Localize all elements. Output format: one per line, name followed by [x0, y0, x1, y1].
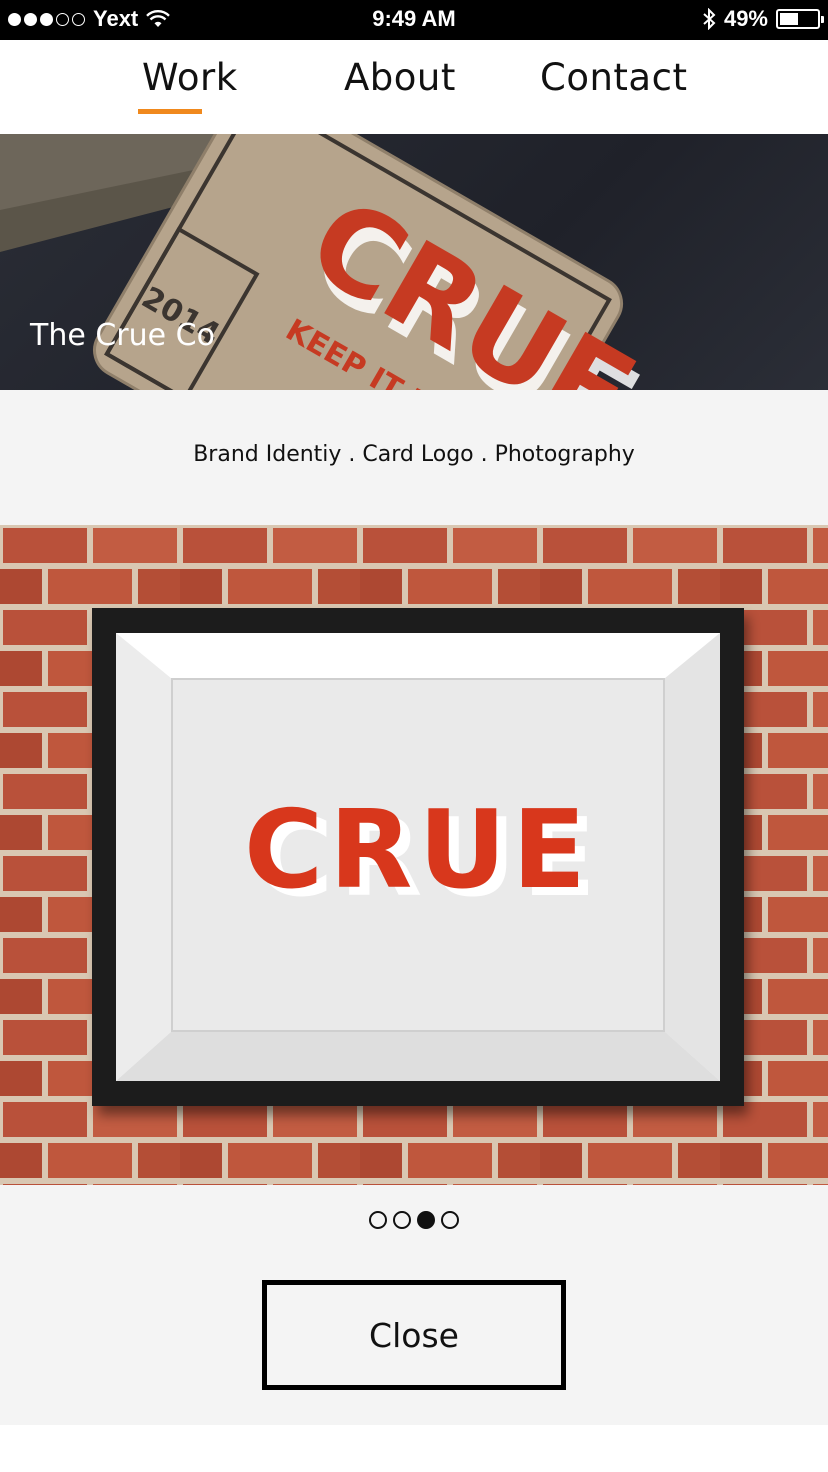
pagination-dot[interactable] — [441, 1211, 459, 1229]
close-button[interactable]: Close — [262, 1280, 566, 1390]
pagination-dot[interactable] — [369, 1211, 387, 1229]
project-hero-image[interactable]: 2014 CRUE CRUE KEEP IT REAL The Crue Co — [0, 134, 828, 390]
status-bar: Yext 9:49 AM 49% — [0, 0, 828, 40]
top-nav: Work About Contact — [0, 40, 828, 134]
pagination-dot[interactable] — [417, 1211, 435, 1229]
nav-about[interactable]: About — [344, 56, 456, 99]
nav-contact[interactable]: Contact — [540, 56, 687, 99]
project-meta: Brand Identiy . Card Logo . Photography — [0, 390, 828, 525]
pagination-dots — [0, 1211, 828, 1229]
framed-logo: CRUE — [244, 788, 592, 913]
framed-logo-photo: CRUE CRUE — [0, 525, 828, 1185]
battery-icon — [776, 9, 824, 29]
project-tags: Brand Identiy . Card Logo . Photography — [193, 442, 635, 467]
status-right: 49% — [702, 6, 824, 32]
battery-percent: 49% — [723, 6, 768, 31]
gallery-controls: Close — [0, 1185, 828, 1425]
bluetooth-icon — [703, 8, 716, 30]
gallery-slide[interactable]: CRUE CRUE — [0, 525, 828, 1185]
nav-work[interactable]: Work — [142, 56, 238, 99]
battery-level — [780, 13, 798, 25]
project-title: The Crue Co — [30, 318, 215, 353]
pagination-dot[interactable] — [393, 1211, 411, 1229]
nav-active-indicator — [138, 109, 202, 114]
